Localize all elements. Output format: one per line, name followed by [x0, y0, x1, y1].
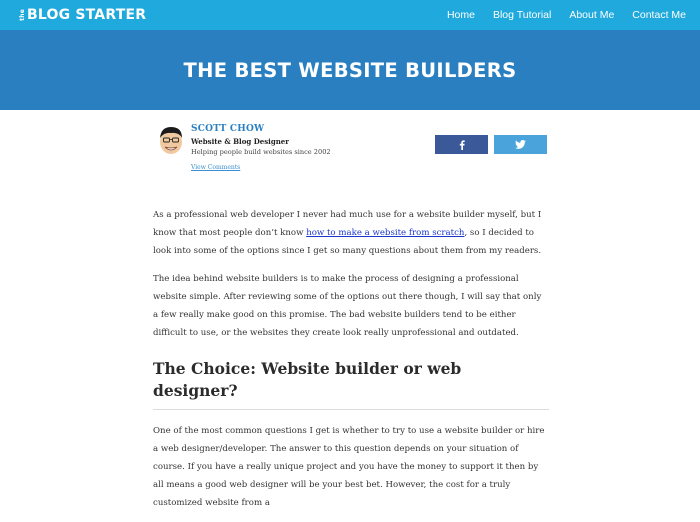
nav-contact-me[interactable]: Contact Me [632, 9, 686, 21]
nav-blog-tutorial[interactable]: Blog Tutorial [493, 9, 551, 21]
author-box: SCOTT CHOW Website & Blog Designer Helpi… [155, 122, 550, 174]
site-logo[interactable]: the BLOG STARTER [19, 0, 147, 30]
facebook-icon [459, 139, 465, 150]
article-body: As a professional web developer I never … [153, 206, 549, 522]
author-avatar [160, 127, 182, 154]
twitter-icon [515, 140, 526, 149]
article-paragraph-3: One of the most common questions I get i… [153, 426, 545, 508]
twitter-share-button[interactable] [494, 135, 547, 154]
section-heading: The Choice: Website builder or web desig… [153, 358, 549, 410]
make-website-link[interactable]: how to make a website from scratch [306, 228, 464, 238]
facebook-share-button[interactable] [435, 135, 488, 154]
hero-banner: THE BEST WEBSITE BUILDERS [0, 30, 700, 110]
view-comments-link[interactable]: View Comments [191, 164, 240, 171]
top-navigation-bar: the BLOG STARTER Home Blog Tutorial Abou… [0, 0, 700, 30]
article-paragraph-2: The idea behind website builders is to m… [153, 274, 542, 338]
nav-home[interactable]: Home [447, 9, 475, 21]
author-role: Website & Blog Designer [191, 137, 289, 146]
article-paragraph-1: As a professional web developer I never … [153, 206, 549, 260]
main-nav: Home Blog Tutorial About Me Contact Me [429, 9, 686, 21]
author-tagline: Helping people build websites since 2002 [191, 148, 331, 156]
logo-prefix: the [19, 9, 26, 21]
logo-text: BLOG STARTER [27, 7, 147, 23]
author-name[interactable]: SCOTT CHOW [191, 124, 264, 134]
page-title: THE BEST WEBSITE BUILDERS [183, 58, 517, 82]
nav-about-me[interactable]: About Me [569, 9, 614, 21]
